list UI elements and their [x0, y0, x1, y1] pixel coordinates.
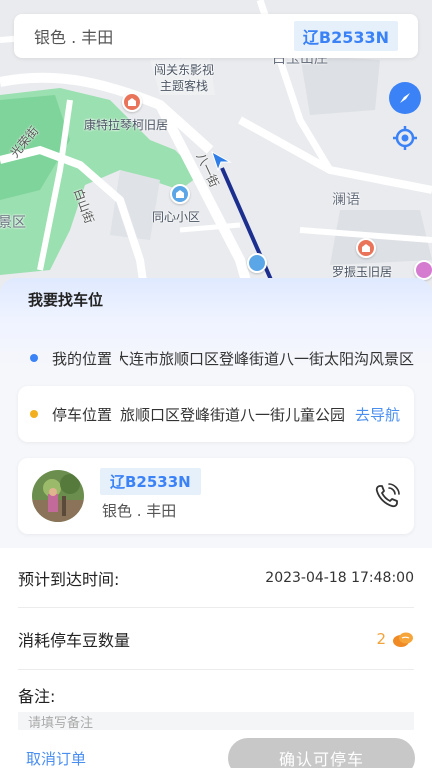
car-info-bar: 银色 . 丰田 辽B2533N — [14, 14, 418, 58]
eta-row: 预计到达时间: 2023-04-18 17:48:00 — [18, 548, 414, 608]
map-label-place1: 闯关东影视 — [154, 63, 215, 77]
car-description: 银色 . 丰田 — [102, 502, 177, 520]
my-location-dot — [30, 354, 38, 362]
phone-icon[interactable] — [373, 482, 401, 510]
poi-pin-icon[interactable] — [170, 184, 190, 204]
parking-location-label: 停车位置 — [52, 405, 113, 424]
beans-value: 2 — [376, 629, 386, 648]
map-label-place4: 澜语 — [332, 192, 360, 208]
map-label-place2: 康特拉琴柯旧居 — [84, 118, 169, 132]
poi-pin-icon[interactable] — [356, 238, 376, 258]
map-label-place3: 同心小区 — [152, 210, 201, 224]
poi-pin-icon[interactable] — [247, 253, 267, 273]
map-label-place1-line2: 主题客栈 — [160, 79, 209, 93]
confirm-parking-button[interactable]: 确认可停车 — [228, 738, 415, 768]
plate-tag: 辽B2533N — [293, 21, 398, 51]
my-location-row: 我的位置 大连市旅顺口区登峰街道八一街太阳沟风景区 — [18, 344, 414, 372]
car-card: 辽B2533N 银色 . 丰田 — [18, 458, 414, 534]
compass-icon — [400, 93, 410, 103]
compass-button[interactable] — [389, 82, 421, 114]
locate-button[interactable] — [389, 122, 421, 154]
panel-title: 我要找车位 — [28, 291, 104, 309]
beans-label: 消耗停车豆数量 — [18, 630, 131, 650]
beans-value-group: 2 — [376, 629, 414, 649]
eta-label: 预计到达时间: — [18, 569, 120, 589]
my-location-value: 大连市旅顺口区登峰街道八一街太阳沟风景区 — [120, 349, 414, 368]
parking-location-row: 停车位置 旅顺口区登峰街道八一街儿童公园 去导航 — [18, 386, 414, 442]
parking-location-dot — [30, 410, 38, 418]
footer-bar: 取消订单 确认可停车 — [0, 730, 432, 768]
eta-value[interactable]: 2023-04-18 17:48:00 — [265, 570, 414, 586]
bean-icon — [393, 632, 413, 647]
poi-pin-icon[interactable] — [414, 260, 432, 280]
poi-pin-icon[interactable] — [122, 92, 142, 112]
my-location-label: 我的位置 — [52, 349, 113, 368]
map-label-area1: 景区 — [0, 215, 26, 231]
cancel-order-button[interactable]: 取消订单 — [26, 748, 86, 768]
beans-row: 消耗停车豆数量 2 — [18, 608, 414, 670]
parking-location-value: 旅顺口区登峰街道八一街儿童公园 — [120, 405, 346, 424]
avatar — [32, 470, 84, 522]
navigation-arrow-icon — [211, 150, 232, 172]
navigate-link[interactable]: 去导航 — [355, 404, 400, 425]
car-plate: 辽B2533N — [100, 468, 201, 495]
remark-label: 备注: — [18, 687, 56, 706]
car-desc: 银色 . 丰田 — [34, 28, 114, 47]
locate-icon — [393, 126, 417, 150]
